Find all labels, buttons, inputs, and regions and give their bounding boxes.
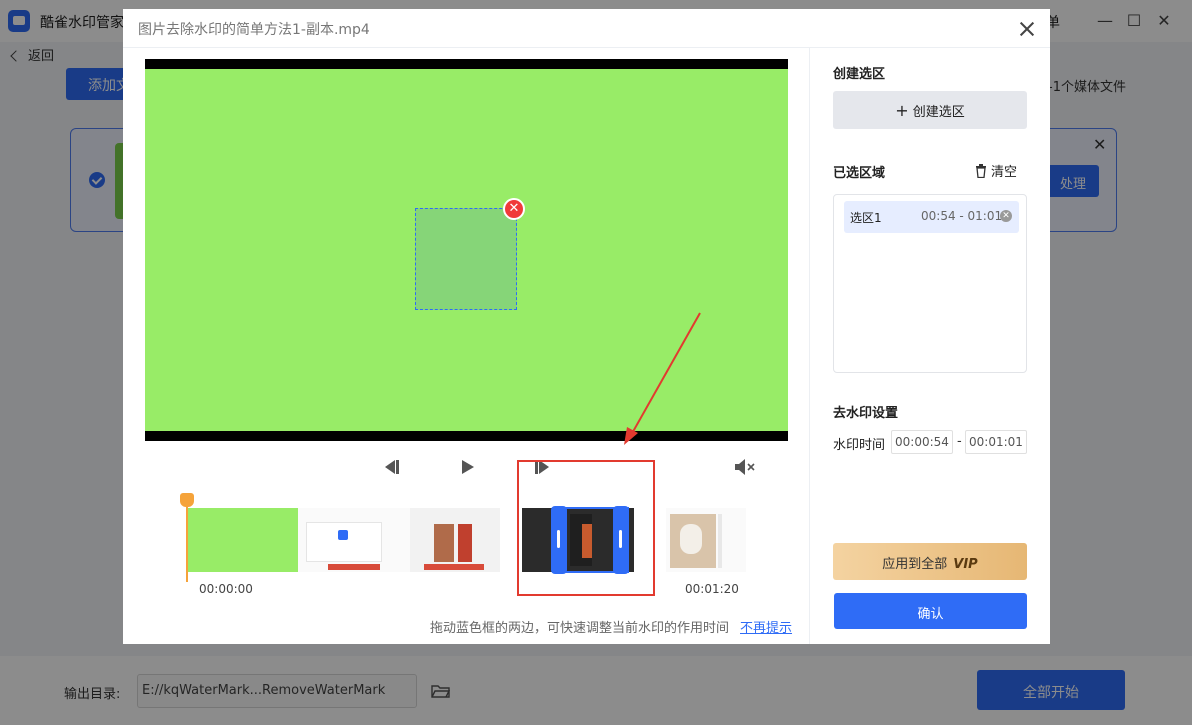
vip-badge: VIP [953,557,978,572]
watermark-time-label: 水印时间 [833,438,886,453]
region-name: 选区1 [850,211,882,225]
mute-icon[interactable] [733,457,757,477]
trash-icon [976,164,986,179]
close-icon[interactable] [1016,18,1038,40]
timeline-start-time: 00:00:00 [199,582,253,596]
timeline[interactable] [186,508,746,572]
timeline-end-time: 00:01:20 [685,582,739,596]
apply-to-all-button[interactable]: 应用到全部 VIP [833,543,1027,580]
play-icon[interactable] [455,457,479,477]
selected-regions-title: 已选区域 [833,166,886,181]
remove-icon[interactable]: ✕ [503,198,525,220]
timeline-thumbnail [666,508,746,572]
timeline-thumbnail [186,508,298,572]
timeline-thumbnail [410,508,500,572]
playhead[interactable] [186,494,188,582]
time-to-input[interactable]: 00:01:01 [965,430,1027,454]
dialog-title: 图片去除水印的简单方法1-副本.mp4 [138,22,370,38]
prev-frame-icon[interactable] [379,457,403,477]
timeline-thumbnail [298,508,410,572]
dialog-header: 图片去除水印的简单方法1-副本.mp4 [123,9,1050,48]
region-time-range: 00:54 - 01:01 [921,209,1003,223]
create-region-button[interactable]: + 创建选区 [833,91,1027,129]
clear-button[interactable]: 清空 [975,161,1017,180]
annotation-arrow [624,312,701,445]
plus-icon: + [895,101,909,120]
region-item[interactable]: 选区1 00:54 - 01:01 ✕ [844,201,1019,233]
annotation-highlight-box [517,460,655,596]
panel-divider [809,48,810,644]
create-region-label: 创建选区 [912,105,965,120]
time-separator: - [957,434,962,449]
remove-region-icon[interactable]: ✕ [1000,210,1012,222]
region-list: 选区1 00:54 - 01:01 ✕ [833,194,1027,373]
watermark-dialog: 图片去除水印的简单方法1-副本.mp4 ✕ 00:00:00 00:01:20 … [123,9,1050,644]
time-from-input[interactable]: 00:00:54 [891,430,953,454]
dont-show-again-link[interactable]: 不再提示 [740,617,792,636]
clear-label: 清空 [991,165,1018,180]
create-region-title: 创建选区 [833,67,886,82]
hint-text: 拖动蓝色框的两边，可快速调整当前水印的作用时间 [430,621,730,636]
playhead-handle[interactable] [180,493,194,507]
confirm-button[interactable]: 确认 [834,593,1027,629]
settings-title: 去水印设置 [833,406,899,421]
apply-to-all-label: 应用到全部 [882,557,948,572]
watermark-selection-box[interactable] [415,208,517,310]
